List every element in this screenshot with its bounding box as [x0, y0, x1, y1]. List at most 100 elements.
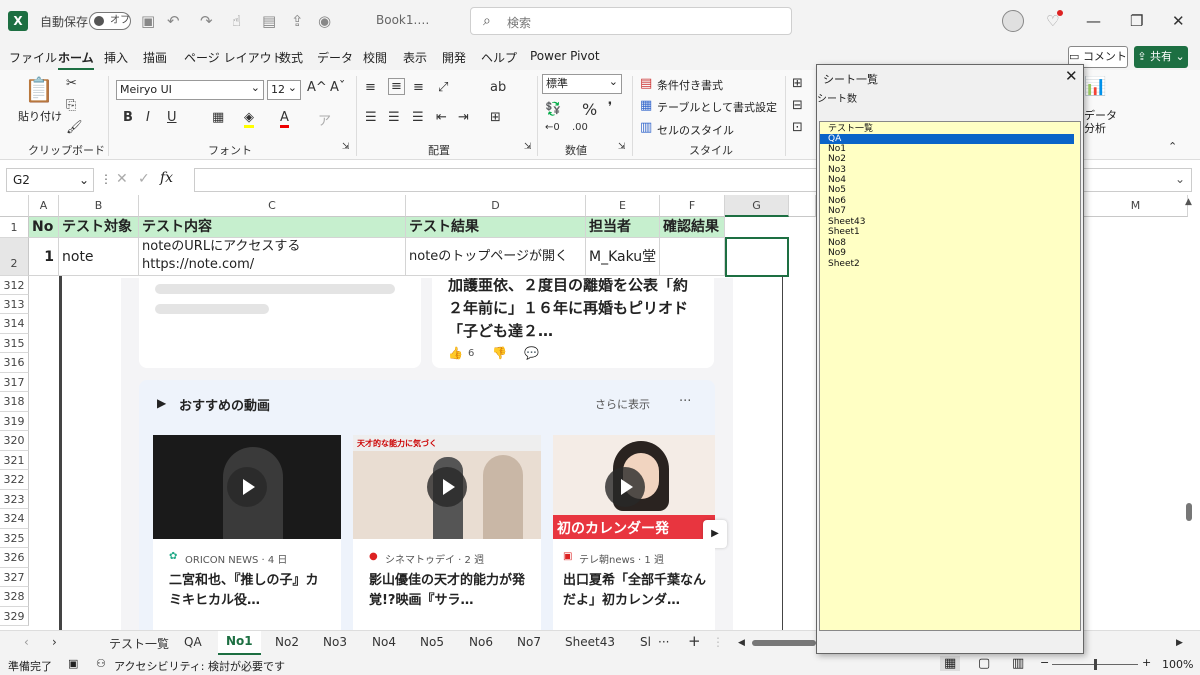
page-layout-view-icon[interactable]: ▢: [978, 656, 990, 671]
row-header-2[interactable]: 2: [0, 238, 29, 276]
column-header-blank[interactable]: [789, 195, 816, 217]
conditional-format-button[interactable]: 条件付き書式: [657, 77, 723, 93]
save-icon[interactable]: ▣: [141, 12, 155, 30]
cell-confirm[interactable]: [660, 238, 725, 276]
select-all[interactable]: [0, 195, 29, 217]
row-header-316[interactable]: 316: [0, 353, 29, 373]
header-confirm[interactable]: 確認結果: [660, 217, 725, 238]
row-header-327[interactable]: 327: [0, 568, 29, 587]
column-header-f[interactable]: F: [660, 195, 725, 217]
sheet-tab-no4[interactable]: No4: [372, 635, 396, 649]
row-header-1[interactable]: 1: [0, 217, 29, 238]
tab-page-layout[interactable]: ページ レイアウト: [184, 49, 284, 66]
cancel-icon[interactable]: ✕: [116, 171, 128, 187]
cell-style-icon[interactable]: ▥: [640, 120, 652, 135]
hscroll-right-icon[interactable]: ▶: [1176, 638, 1183, 648]
horizontal-scrollbar-thumb[interactable]: [752, 640, 816, 646]
list-item[interactable]: No2: [828, 154, 1082, 164]
align-left-icon[interactable]: ☰: [365, 110, 377, 125]
header-target[interactable]: テスト対象: [59, 217, 139, 238]
fill-color-icon[interactable]: ◈: [244, 110, 254, 128]
add-sheet-icon[interactable]: +: [688, 632, 701, 650]
tab-power-pivot[interactable]: Power Pivot: [530, 49, 600, 63]
tab-formulas[interactable]: 数式: [279, 49, 303, 66]
grow-font-icon[interactable]: A^: [307, 80, 327, 95]
see-more-link[interactable]: さらに表示: [595, 396, 650, 412]
list-item[interactable]: Sheet1: [828, 227, 1082, 237]
header-no[interactable]: No: [29, 217, 59, 238]
row-header-313[interactable]: 313: [0, 295, 29, 314]
sheet-tab-no7[interactable]: No7: [517, 635, 541, 649]
tab-help[interactable]: ヘルプ: [481, 49, 517, 66]
decrease-indent-icon[interactable]: ⇤: [436, 110, 447, 125]
more-icon[interactable]: ⋮: [100, 172, 112, 186]
border-icon[interactable]: ▦: [212, 110, 224, 125]
paste-icon[interactable]: 📋: [24, 76, 54, 104]
bold-icon[interactable]: B: [123, 110, 133, 125]
list-item[interactable]: No3: [828, 165, 1082, 175]
insert-cells-icon[interactable]: ⊞: [792, 76, 803, 91]
accessibility-icon[interactable]: ⚇: [96, 657, 106, 670]
percent-icon[interactable]: %: [582, 100, 597, 119]
list-item[interactable]: テスト一覧: [828, 124, 1082, 134]
page-break-view-icon[interactable]: ▥: [1012, 656, 1024, 671]
enter-icon[interactable]: ✓: [138, 171, 150, 187]
record-icon[interactable]: ◉: [318, 12, 331, 30]
list-item[interactable]: No1: [828, 144, 1082, 154]
merge-center-icon[interactable]: ⊞: [490, 110, 501, 125]
underline-icon[interactable]: U: [167, 110, 177, 125]
align-bottom-icon[interactable]: ≡: [413, 80, 424, 95]
restore-icon[interactable]: ❐: [1130, 12, 1143, 30]
column-header-c[interactable]: C: [139, 195, 406, 217]
row-header-322[interactable]: 322: [0, 470, 29, 490]
format-cells-icon[interactable]: ⊡: [792, 120, 803, 135]
phonetic-icon[interactable]: ア: [318, 110, 331, 129]
list-item[interactable]: No8: [828, 238, 1082, 248]
tab-review[interactable]: 校閲: [363, 49, 387, 66]
conditional-format-icon[interactable]: ▤: [640, 76, 652, 91]
row-header-325[interactable]: 325: [0, 529, 29, 548]
column-header-m[interactable]: M: [1084, 195, 1188, 217]
video-card-2[interactable]: ● シネマトゥデイ · 2 週 影山優佳の天才的能力が発覚!?映画『サラ…: [353, 539, 541, 630]
zoom-slider-thumb[interactable]: [1094, 659, 1097, 670]
increase-decimal-icon[interactable]: ←0: [545, 122, 560, 133]
increase-indent-icon[interactable]: ⇥: [458, 110, 469, 125]
row-header-324[interactable]: 324: [0, 509, 29, 529]
tab-developer[interactable]: 開発: [442, 49, 466, 66]
play-icon[interactable]: [605, 467, 645, 507]
normal-view-icon[interactable]: ▦: [940, 656, 961, 671]
tab-file[interactable]: ファイル: [9, 49, 57, 66]
delete-cells-icon[interactable]: ⊟: [792, 98, 803, 113]
currency-icon[interactable]: 💱: [545, 102, 561, 117]
decrease-decimal-icon[interactable]: .00: [572, 122, 588, 133]
close-icon[interactable]: ✕: [1172, 12, 1185, 30]
header-owner[interactable]: 担当者: [586, 217, 660, 238]
cell-owner[interactable]: M_Kaku堂: [586, 238, 660, 276]
collapse-ribbon-icon[interactable]: ⌃: [1168, 140, 1177, 153]
row-header-326[interactable]: 326: [0, 548, 29, 568]
tab-draw[interactable]: 描画: [143, 49, 167, 66]
accessibility-status[interactable]: アクセシビリティ: 検討が必要です: [114, 658, 285, 674]
column-header-g[interactable]: G: [725, 195, 789, 217]
tab-data[interactable]: データ: [317, 49, 353, 66]
video-card-1[interactable]: ✿ ORICON NEWS · 4 日 二宮和也、『推しの子』カミキヒカル役…: [153, 539, 341, 630]
row-header-323[interactable]: 323: [0, 490, 29, 509]
align-top-icon[interactable]: ≡: [365, 80, 376, 95]
column-header-a[interactable]: A: [29, 195, 59, 217]
video-card-3[interactable]: ▣ テレ朝news · 1 週 出口夏希「全部千葉なんだよ」初カレンダ…: [553, 539, 715, 630]
comma-icon[interactable]: ❜: [608, 100, 612, 115]
row-header-318[interactable]: 318: [0, 392, 29, 412]
insert-function-icon[interactable]: fx: [160, 170, 173, 186]
search-input[interactable]: ⌕ 検索: [470, 7, 792, 35]
header-result[interactable]: テスト結果: [406, 217, 586, 238]
play-icon[interactable]: [227, 467, 267, 507]
video-thumb-2[interactable]: 天才的な能力に気づく: [353, 435, 541, 539]
number-dialog-launcher-icon[interactable]: ⇲: [618, 142, 626, 152]
row-header-321[interactable]: 321: [0, 451, 29, 470]
zoom-out-icon[interactable]: −: [1040, 656, 1049, 669]
name-box[interactable]: G2 ⌄: [6, 168, 94, 192]
font-color-icon[interactable]: A: [280, 110, 289, 128]
sheet-tab-no2[interactable]: No2: [275, 635, 299, 649]
data-analysis-icon[interactable]: 📊: [1084, 76, 1106, 97]
row-header-312[interactable]: 312: [0, 276, 29, 295]
